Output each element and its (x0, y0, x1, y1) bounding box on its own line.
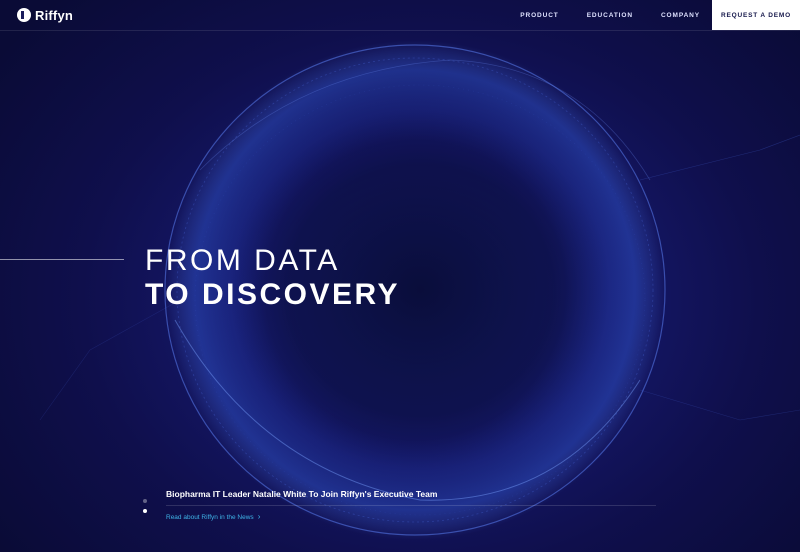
news-headline[interactable]: Biopharma IT Leader Natalie White To Joi… (166, 489, 437, 499)
hero-divider-line (0, 259, 124, 260)
news-divider (166, 505, 656, 506)
nav-item-education[interactable]: EDUCATION (587, 12, 633, 19)
riffyn-logo[interactable]: Riffyn (17, 6, 73, 24)
news-link-label: Read about Riffyn in the News (166, 514, 254, 521)
hero-headline-line1: FROM DATA (145, 244, 340, 277)
riffyn-logo-icon (17, 8, 31, 22)
globe-network-illustration (39, 40, 800, 540)
main-nav: PRODUCT EDUCATION COMPANY (492, 0, 700, 30)
hero-headline-line2: TO DISCOVERY (145, 278, 401, 311)
carousel-dot-2[interactable] (143, 509, 147, 513)
news-link[interactable]: Read about Riffyn in the News › (166, 512, 260, 521)
chevron-right-icon: › (257, 512, 261, 521)
carousel-dot-1[interactable] (143, 499, 147, 503)
nav-item-company[interactable]: COMPANY (661, 12, 700, 19)
logo-text: Riffyn (35, 7, 74, 23)
hero-section: Riffyn PRODUCT EDUCATION COMPANY REQUEST… (0, 0, 800, 552)
nav-item-product[interactable]: PRODUCT (520, 12, 558, 19)
top-navigation-bar: Riffyn PRODUCT EDUCATION COMPANY REQUEST… (0, 0, 800, 31)
request-demo-button[interactable]: REQUEST A DEMO (712, 0, 800, 30)
carousel-pagination (143, 499, 147, 519)
